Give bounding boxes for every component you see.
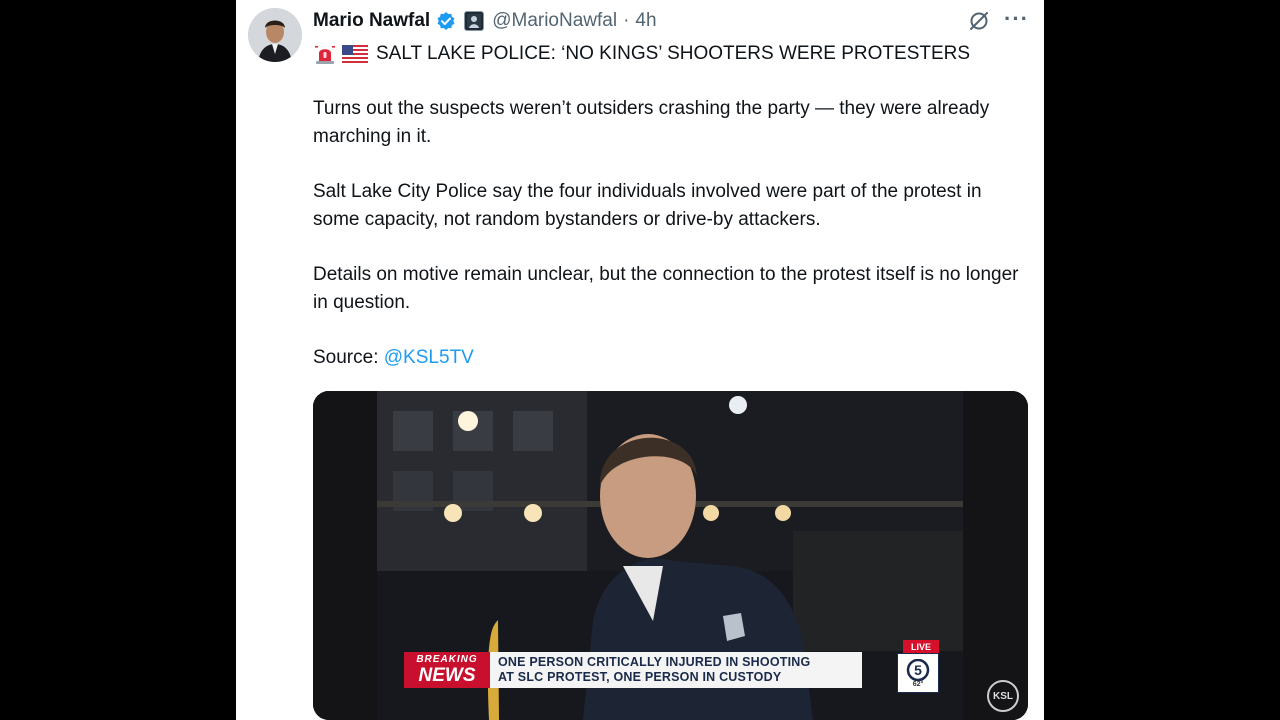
author-handle[interactable]: @MarioNawfal bbox=[492, 10, 617, 32]
tweet-headline: SALT LAKE POLICE: ‘NO KINGS’ SHOOTERS WE… bbox=[314, 41, 970, 67]
siren-emoji-icon bbox=[314, 43, 336, 65]
channel-logo: 5 62° bbox=[897, 653, 939, 693]
news-lower-third: BREAKING NEWS ONE PERSON CRITICALLY INJU… bbox=[404, 652, 862, 688]
tweet-timestamp[interactable]: 4h bbox=[635, 10, 656, 32]
source-link[interactable]: @KSL5TV bbox=[384, 347, 474, 368]
author-name[interactable]: Mario Nawfal bbox=[313, 10, 430, 32]
grok-icon[interactable] bbox=[968, 10, 990, 37]
temperature: 62° bbox=[912, 680, 924, 688]
tweet-header: Mario Nawfal @MarioNawfal · 4h bbox=[313, 8, 657, 34]
channel-number: 5 bbox=[914, 662, 922, 678]
ticker-line-2: AT SLC PROTEST, ONE PERSON IN CUSTODY bbox=[498, 670, 782, 684]
author-avatar[interactable] bbox=[248, 8, 302, 62]
ticker-line-1: ONE PERSON CRITICALLY INJURED IN SHOOTIN… bbox=[498, 655, 811, 669]
verified-badge-icon bbox=[436, 11, 456, 31]
source-label: Source: bbox=[313, 347, 379, 368]
breaking-news-badge: BREAKING NEWS bbox=[404, 652, 490, 688]
live-badge: LIVE bbox=[903, 640, 939, 653]
tweet-paragraph-1: Turns out the suspects weren’t outsiders… bbox=[313, 98, 990, 147]
channel-5-icon: 5 bbox=[906, 658, 930, 681]
tweet-card: Mario Nawfal @MarioNawfal · 4h ··· SALT … bbox=[236, 0, 1044, 720]
more-icon[interactable]: ··· bbox=[1004, 6, 1029, 32]
tweet-paragraph-2: Salt Lake City Police say the four indiv… bbox=[313, 181, 982, 230]
us-flag-emoji-icon bbox=[342, 45, 368, 63]
avatar-portrait bbox=[248, 8, 302, 62]
news-ticker: ONE PERSON CRITICALLY INJURED IN SHOOTIN… bbox=[490, 652, 862, 688]
tweet-paragraph-3: Details on motive remain unclear, but th… bbox=[313, 264, 1019, 313]
separator-dot: · bbox=[623, 10, 630, 31]
news-label: NEWS bbox=[418, 665, 476, 686]
tweet-source: Source: @KSL5TV bbox=[313, 344, 1033, 372]
affiliate-badge-icon[interactable] bbox=[464, 11, 485, 31]
ksl-watermark: KSL bbox=[987, 680, 1019, 712]
headline-text: SALT LAKE POLICE: ‘NO KINGS’ SHOOTERS WE… bbox=[376, 43, 971, 64]
breaking-label: BREAKING bbox=[416, 654, 478, 665]
video-player[interactable]: BREAKING NEWS ONE PERSON CRITICALLY INJU… bbox=[313, 391, 1028, 720]
